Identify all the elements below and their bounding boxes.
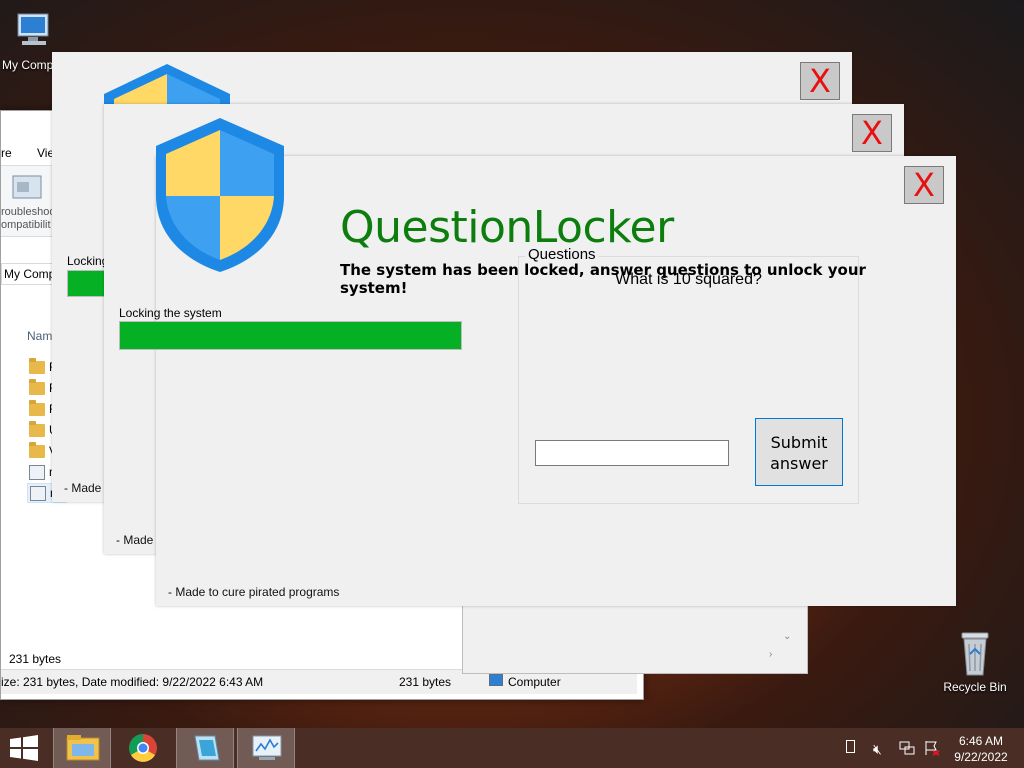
folder-icon [29, 421, 45, 437]
folder-icon [29, 442, 45, 458]
details-size: 231 bytes [399, 675, 452, 689]
progress-fill [68, 271, 104, 296]
ribbon-item-label: roubleshoo ompatibilit [1, 206, 56, 231]
desktop-icon-label: My Comp [2, 58, 54, 72]
taskbar-app-2[interactable] [237, 728, 295, 768]
taskbar-chrome[interactable] [114, 728, 172, 768]
chrome-icon [129, 734, 157, 762]
start-button[interactable] [0, 728, 58, 768]
taskbar: 🔇︎ 6:46 AM 9/22/2022 [0, 728, 1024, 768]
recycle-bin-icon [961, 632, 989, 676]
progress-label: Locking [67, 254, 109, 268]
performance-monitor-icon [252, 735, 282, 760]
troubleshoot-icon[interactable] [11, 174, 45, 204]
action-center-icon[interactable] [924, 740, 940, 759]
show-hidden-icons[interactable] [846, 740, 855, 753]
locker-window-front: X - Made to cure pirated programs [156, 156, 956, 606]
computer-icon [17, 13, 49, 45]
selection-size: 231 bytes [9, 652, 62, 666]
desktop-icon-my-computer[interactable]: My Comp [0, 10, 60, 72]
taskbar-app-1[interactable] [176, 728, 234, 768]
app-window-icon [194, 735, 220, 761]
folder-icon [29, 400, 45, 416]
file-icon [30, 486, 46, 501]
close-button[interactable]: X [800, 62, 840, 100]
desktop-icon-label: Recycle Bin [943, 680, 1007, 694]
taskbar-file-explorer[interactable] [53, 728, 111, 768]
ribbon-tab[interactable]: re [1, 146, 12, 160]
system-clock[interactable]: 6:46 AM 9/22/2022 [946, 733, 1016, 765]
column-header-name[interactable]: Nam [27, 329, 52, 343]
file-icon [29, 465, 45, 480]
progress-bar [67, 270, 105, 297]
speaker-muted-icon[interactable]: 🔇︎ [873, 741, 882, 758]
folder-icon [29, 358, 45, 374]
close-button[interactable]: X [852, 114, 892, 152]
computer-icon [489, 674, 503, 686]
close-button[interactable]: X [904, 166, 944, 204]
made-by-label: - Made t [64, 481, 109, 495]
network-icon[interactable] [899, 740, 915, 759]
desktop-icon-recycle-bin[interactable]: Recycle Bin [940, 630, 1010, 694]
file-explorer-icon [66, 735, 100, 761]
details-location: Computer [508, 675, 561, 689]
clock-date: 9/22/2022 [954, 750, 1008, 764]
made-by-label: - Made to cure pirated programs [168, 585, 340, 599]
details-text: ize: 231 bytes, Date modified: 9/22/2022… [1, 675, 264, 689]
scroll-right-arrow[interactable]: › [769, 649, 772, 660]
windows-logo-icon [10, 735, 38, 761]
folder-icon [29, 379, 45, 395]
scroll-down-arrow[interactable]: ⌄ [783, 631, 791, 642]
clock-time: 6:46 AM [958, 734, 1004, 748]
